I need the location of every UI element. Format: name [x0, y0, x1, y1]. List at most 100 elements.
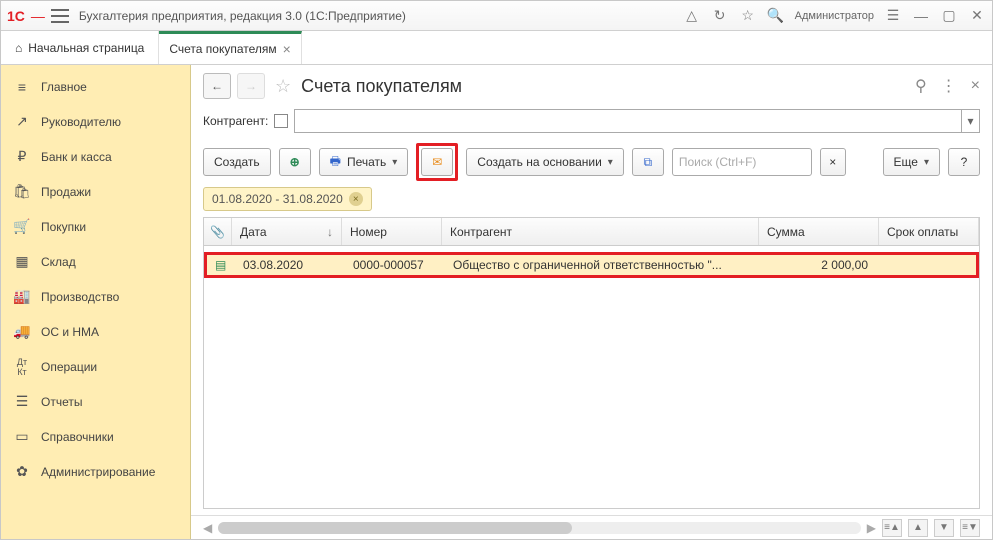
logo-line-icon: — — [31, 8, 45, 24]
sidebar-label: Продажи — [41, 185, 91, 199]
help-label: ? — [961, 155, 968, 169]
col-counterparty[interactable]: Контрагент — [442, 218, 759, 245]
filter-checkbox[interactable] — [274, 114, 288, 128]
create-based-button[interactable]: Создать на основании▾ — [466, 148, 624, 176]
date-filter-chip[interactable]: 01.08.2020 - 31.08.2020 × — [203, 187, 372, 211]
print-button[interactable]: 🖶Печать▾ — [319, 148, 409, 176]
tab-home-label: Начальная страница — [28, 41, 144, 55]
col-number[interactable]: Номер — [342, 218, 442, 245]
col-date-label: Дата — [240, 225, 267, 239]
page-up-button[interactable]: ▲ — [908, 519, 928, 537]
table-header: 📎 Дата Номер Контрагент Сумма Срок оплат… — [204, 218, 979, 246]
caret-down-icon: ▾ — [392, 157, 397, 168]
bag-icon: 🛍 — [13, 183, 31, 200]
cell-counterparty: Общество с ограниченной ответственностью… — [445, 258, 756, 272]
history-icon[interactable]: ↻ — [711, 7, 729, 24]
sidebar-label: Производство — [41, 290, 119, 304]
sidebar-item-production[interactable]: 🏭Производство — [1, 279, 190, 314]
col-due[interactable]: Срок оплаты — [879, 218, 979, 245]
sidebar-label: ОС и НМА — [41, 325, 99, 339]
minimize-icon[interactable]: — — [912, 8, 930, 24]
sidebar-item-admin[interactable]: ✿Администрирование — [1, 454, 190, 489]
col-sum-label: Сумма — [767, 225, 805, 239]
col-attachment[interactable]: 📎 — [204, 218, 232, 245]
page-first-button[interactable]: ≡▲ — [882, 519, 902, 537]
settings-filter-icon[interactable]: ☰ — [884, 7, 902, 24]
cell-attachment: ▤ — [207, 258, 235, 272]
search-box[interactable]: Поиск (Ctrl+F) — [672, 148, 812, 176]
col-due-label: Срок оплаты — [887, 225, 958, 239]
sidebar-item-reports[interactable]: ☰Отчеты — [1, 384, 190, 419]
sidebar-item-warehouse[interactable]: ▦ Склад — [1, 244, 190, 279]
table: 📎 Дата Номер Контрагент Сумма Срок оплат… — [203, 217, 980, 509]
toolbar: Создать ⊕ 🖶Печать▾ ✉ Создать на основани… — [191, 137, 992, 187]
maximize-icon[interactable]: ▢ — [940, 7, 958, 24]
sidebar-item-sales[interactable]: 🛍 Продажи — [1, 174, 190, 209]
home-icon: ⌂ — [15, 41, 22, 55]
sidebar-item-purchases[interactable]: 🛒Покупки — [1, 209, 190, 244]
caret-down-icon: ▾ — [924, 157, 929, 168]
tab-active-label: Счета покупателям — [169, 42, 276, 56]
grid-icon: ▦ — [13, 253, 31, 270]
filter-row: Контрагент: ▾ — [191, 105, 992, 137]
scrollbar-thumb[interactable] — [218, 522, 571, 534]
horizontal-scrollbar[interactable] — [218, 522, 861, 534]
nav-back-button[interactable]: ← — [203, 73, 231, 99]
sidebar-label: Склад — [41, 255, 76, 269]
ruble-icon: ₽ — [13, 148, 31, 165]
related-docs-button[interactable]: ⧉ — [632, 148, 664, 176]
sidebar-item-assets[interactable]: 🚚 ОС и НМА — [1, 314, 190, 349]
scroll-right-icon[interactable]: ▶ — [867, 521, 876, 535]
sidebar-item-manager[interactable]: ↗Руководителю — [1, 104, 190, 139]
sidebar-item-bank[interactable]: ₽ Банк и касса — [1, 139, 190, 174]
tab-close-icon[interactable]: × — [283, 41, 291, 57]
page-down-button[interactable]: ▼ — [934, 519, 954, 537]
user-label: Администратор — [795, 10, 874, 22]
more-label: Еще — [894, 155, 918, 169]
dropdown-icon[interactable]: ▾ — [961, 110, 979, 132]
nav-forward-button[interactable]: → — [237, 73, 265, 99]
favorite-star-icon[interactable]: ☆ — [275, 76, 291, 97]
sidebar: ≡Главное ↗Руководителю ₽ Банк и касса 🛍 Пр… — [1, 65, 191, 539]
link-icon[interactable]: ⚲ — [915, 76, 927, 96]
logo-1c: 1С — [7, 8, 25, 24]
tab-home[interactable]: ⌂ Начальная страница — [1, 31, 159, 64]
chip-clear-icon[interactable]: × — [349, 192, 363, 206]
help-button[interactable]: ? — [948, 148, 980, 176]
star-icon[interactable]: ☆ — [739, 7, 757, 24]
counterparty-filter-input[interactable]: ▾ — [294, 109, 980, 133]
close-window-icon[interactable]: ✕ — [968, 7, 986, 24]
scroll-left-icon[interactable]: ◀ — [203, 521, 212, 535]
sidebar-item-main[interactable]: ≡Главное — [1, 69, 190, 104]
email-button[interactable]: ✉ — [421, 148, 453, 176]
page-last-button[interactable]: ≡▼ — [960, 519, 980, 537]
kebab-icon[interactable]: ⋮ — [941, 76, 957, 96]
sidebar-item-operations[interactable]: Дт КтОперации — [1, 349, 190, 384]
table-row[interactable]: ▤ 03.08.2020 0000-000057 Общество с огра… — [204, 252, 979, 278]
more-button[interactable]: Еще ▾ — [883, 148, 940, 176]
date-chip-label: 01.08.2020 - 31.08.2020 — [212, 192, 343, 206]
printer-icon: 🖶 — [330, 152, 341, 173]
create-button[interactable]: Создать — [203, 148, 271, 176]
close-content-icon[interactable]: × — [971, 77, 980, 95]
search-icon[interactable]: 🔍 — [767, 7, 785, 24]
plus-icon: ⊕ — [290, 155, 300, 169]
cell-date: 03.08.2020 — [235, 258, 345, 272]
bell-icon[interactable]: △ — [683, 7, 701, 24]
document-icon: ▤ — [215, 258, 226, 272]
sidebar-item-catalogs[interactable]: ▭Справочники — [1, 419, 190, 454]
col-date[interactable]: Дата — [232, 218, 342, 245]
search-placeholder: Поиск (Ctrl+F) — [679, 155, 805, 169]
truck-icon: 🚚 — [13, 323, 31, 340]
hamburger-icon[interactable] — [51, 9, 69, 23]
col-sum[interactable]: Сумма — [759, 218, 879, 245]
create-copy-button[interactable]: ⊕ — [279, 148, 311, 176]
tab-active[interactable]: Счета покупателям × — [159, 31, 301, 64]
page-header: ← → ☆ Счета покупателям ⚲ ⋮ × — [191, 65, 992, 105]
window-icon: ▭ — [13, 428, 31, 445]
sidebar-label: Банк и касса — [41, 150, 112, 164]
col-number-label: Номер — [350, 225, 387, 239]
create-label: Создать — [214, 155, 260, 169]
sidebar-label: Главное — [41, 80, 87, 94]
search-clear-button[interactable]: × — [820, 148, 846, 176]
